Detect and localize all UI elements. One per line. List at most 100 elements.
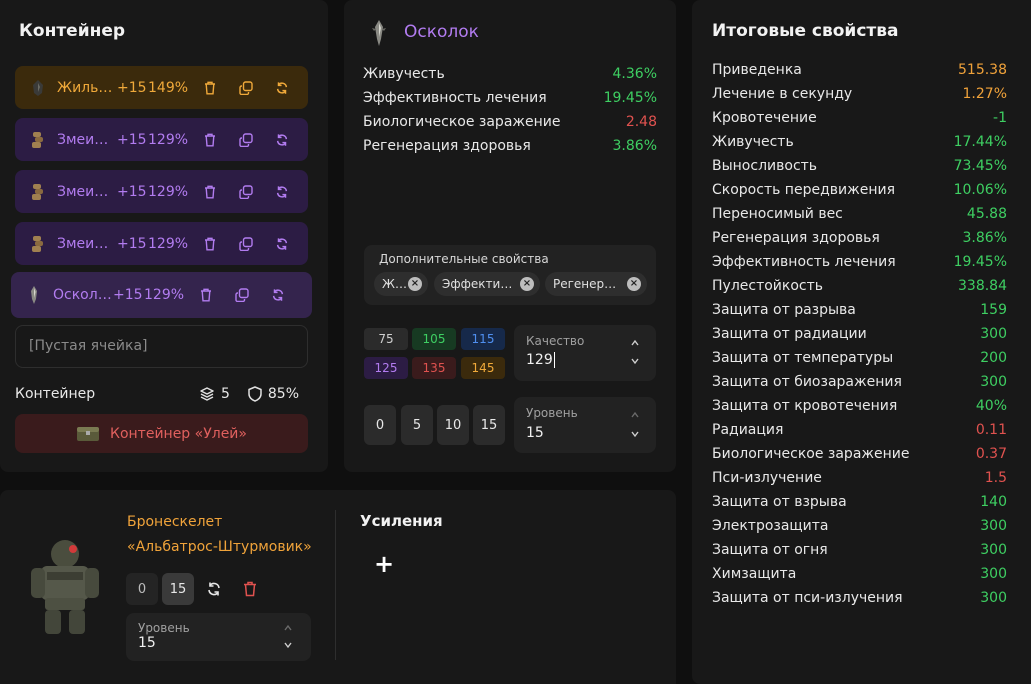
total-label: Защита от разрыва [712,302,856,318]
trash-icon[interactable] [192,237,228,251]
container-panel: Контейнер Жильный+15149%Змеиный+15129%Зм… [0,0,328,472]
copy-icon[interactable] [228,184,264,199]
total-stat-row: Защита от температуры 200 [712,350,1007,366]
armor-level-preset-15[interactable]: 15 [162,573,194,605]
total-value: 200 [980,350,1007,366]
total-label: Выносливость [712,158,818,174]
trash-icon[interactable] [192,185,228,199]
remove-chip-icon[interactable]: × [520,277,534,291]
total-label: Защита от температуры [712,350,894,366]
armor-level-preset-0[interactable]: 0 [126,573,158,605]
totals-panel: Итоговые свойства Приведенка 515.38 Лечени… [692,0,1031,684]
chevron-down-icon[interactable] [630,356,640,366]
quality-value[interactable]: 129 [526,352,555,368]
total-label: Защита от взрыва [712,494,847,510]
chevron-down-icon[interactable] [283,640,293,650]
container-slot[interactable]: Жильный+15149% [15,66,308,109]
total-value: 338.84 [958,278,1007,294]
container-protection: 85% [267,386,299,402]
remove-chip-icon[interactable]: × [408,277,422,291]
trash-icon[interactable] [243,581,257,601]
total-stat-row: Живучесть 17.44% [712,134,1007,150]
shard-stat-row: Биологическое заражение 2.48 [363,114,657,130]
refresh-icon[interactable] [264,185,300,199]
stat-label: Регенерация здоровья [363,138,531,154]
total-label: Живучесть [712,134,794,150]
chip-label: Регенерация здоровья [553,277,623,291]
quality-preset-75[interactable]: 75 [364,328,408,350]
container-select-button[interactable]: Контейнер «Улей» [15,414,308,453]
quality-preset-125[interactable]: 125 [364,357,408,379]
totals-title: Итоговые свойства [712,21,899,41]
copy-icon[interactable] [228,80,264,95]
chip-label: Живучесть [382,277,406,291]
total-value: 515.38 [958,62,1007,78]
total-label: Защита от огня [712,542,828,558]
level-preset-0[interactable]: 0 [364,405,396,445]
copy-icon[interactable] [228,236,264,251]
refresh-icon[interactable] [206,581,222,601]
trash-icon[interactable] [188,288,224,302]
armor-level-value[interactable]: 15 [138,635,156,651]
divider [335,510,336,660]
quality-preset-105[interactable]: 105 [412,328,456,350]
total-label: Регенерация здоровья [712,230,880,246]
slot-level: +15 [113,287,143,303]
level-value[interactable]: 15 [526,425,544,441]
container-slot[interactable]: Змеиный +15 129% [15,118,308,161]
add-boost-button[interactable]: + [374,550,394,578]
quality-preset-115[interactable]: 115 [461,328,505,350]
level-preset-5[interactable]: 5 [401,405,433,445]
stat-label: Биологическое заражение [363,114,561,130]
total-label: Скорость передвижения [712,182,895,198]
shard-panel: Осколок Живучесть 4.36% Эффективность лече… [344,0,676,472]
total-stat-row: Защита от огня 300 [712,542,1007,558]
artifact-icon [29,130,47,150]
quality-preset-135[interactable]: 135 [412,357,456,379]
refresh-icon[interactable] [264,237,300,251]
total-label: Пулестойкость [712,278,824,294]
refresh-icon[interactable] [264,133,300,147]
stat-label: Живучесть [363,66,445,82]
trash-icon[interactable] [192,81,228,95]
artifact-icon [29,234,47,254]
shard-stat-row: Эффективность лечения 19.45% [363,90,657,106]
chip-regeneration[interactable]: Регенерация здоровья × [545,272,647,296]
refresh-icon[interactable] [260,288,296,302]
armor-name-line1: Бронескелет [127,514,223,530]
container-slot[interactable]: Осколок +15 129% [11,272,312,318]
container-capacity: 5 [220,386,230,402]
chevron-up-icon[interactable] [630,410,640,420]
chevron-up-icon[interactable] [283,623,293,633]
chip-heal-efficiency[interactable]: Эффективность лечения × [434,272,540,296]
quality-preset-145[interactable]: 145 [461,357,505,379]
level-field[interactable]: Уровень 15 [514,397,656,453]
total-label: Защита от биозаражения [712,374,902,390]
copy-icon[interactable] [224,288,260,302]
copy-icon[interactable] [228,132,264,147]
total-value: 300 [980,518,1007,534]
refresh-icon[interactable] [264,81,300,95]
level-preset-10[interactable]: 10 [437,405,469,445]
trash-icon[interactable] [192,133,228,147]
total-label: Электрозащита [712,518,829,534]
shard-icon [25,285,43,305]
chevron-up-icon[interactable] [630,338,640,348]
slot-level: +15 [117,131,147,148]
quality-field[interactable]: Качество 129 [514,325,656,381]
remove-chip-icon[interactable]: × [627,277,641,291]
total-value: -1 [993,110,1007,126]
total-stat-row: Переносимый вес 45.88 [712,206,1007,222]
chevron-down-icon[interactable] [630,429,640,439]
total-value: 45.88 [966,206,1007,222]
total-value: 73.45% [953,158,1007,174]
boosts-title: Усиления [360,512,443,530]
chip-vitality[interactable]: Живучесть × [374,272,428,296]
level-preset-15[interactable]: 15 [473,405,505,445]
armor-level-field[interactable]: Уровень 15 [126,613,311,661]
shield-icon [248,386,262,402]
container-slot[interactable]: Змеиный +15 129% [15,170,308,213]
total-label: Радиация [712,422,784,438]
empty-slot[interactable]: [Пустая ячейка] [15,325,308,368]
container-slot[interactable]: Змеиный +15 129% [15,222,308,265]
